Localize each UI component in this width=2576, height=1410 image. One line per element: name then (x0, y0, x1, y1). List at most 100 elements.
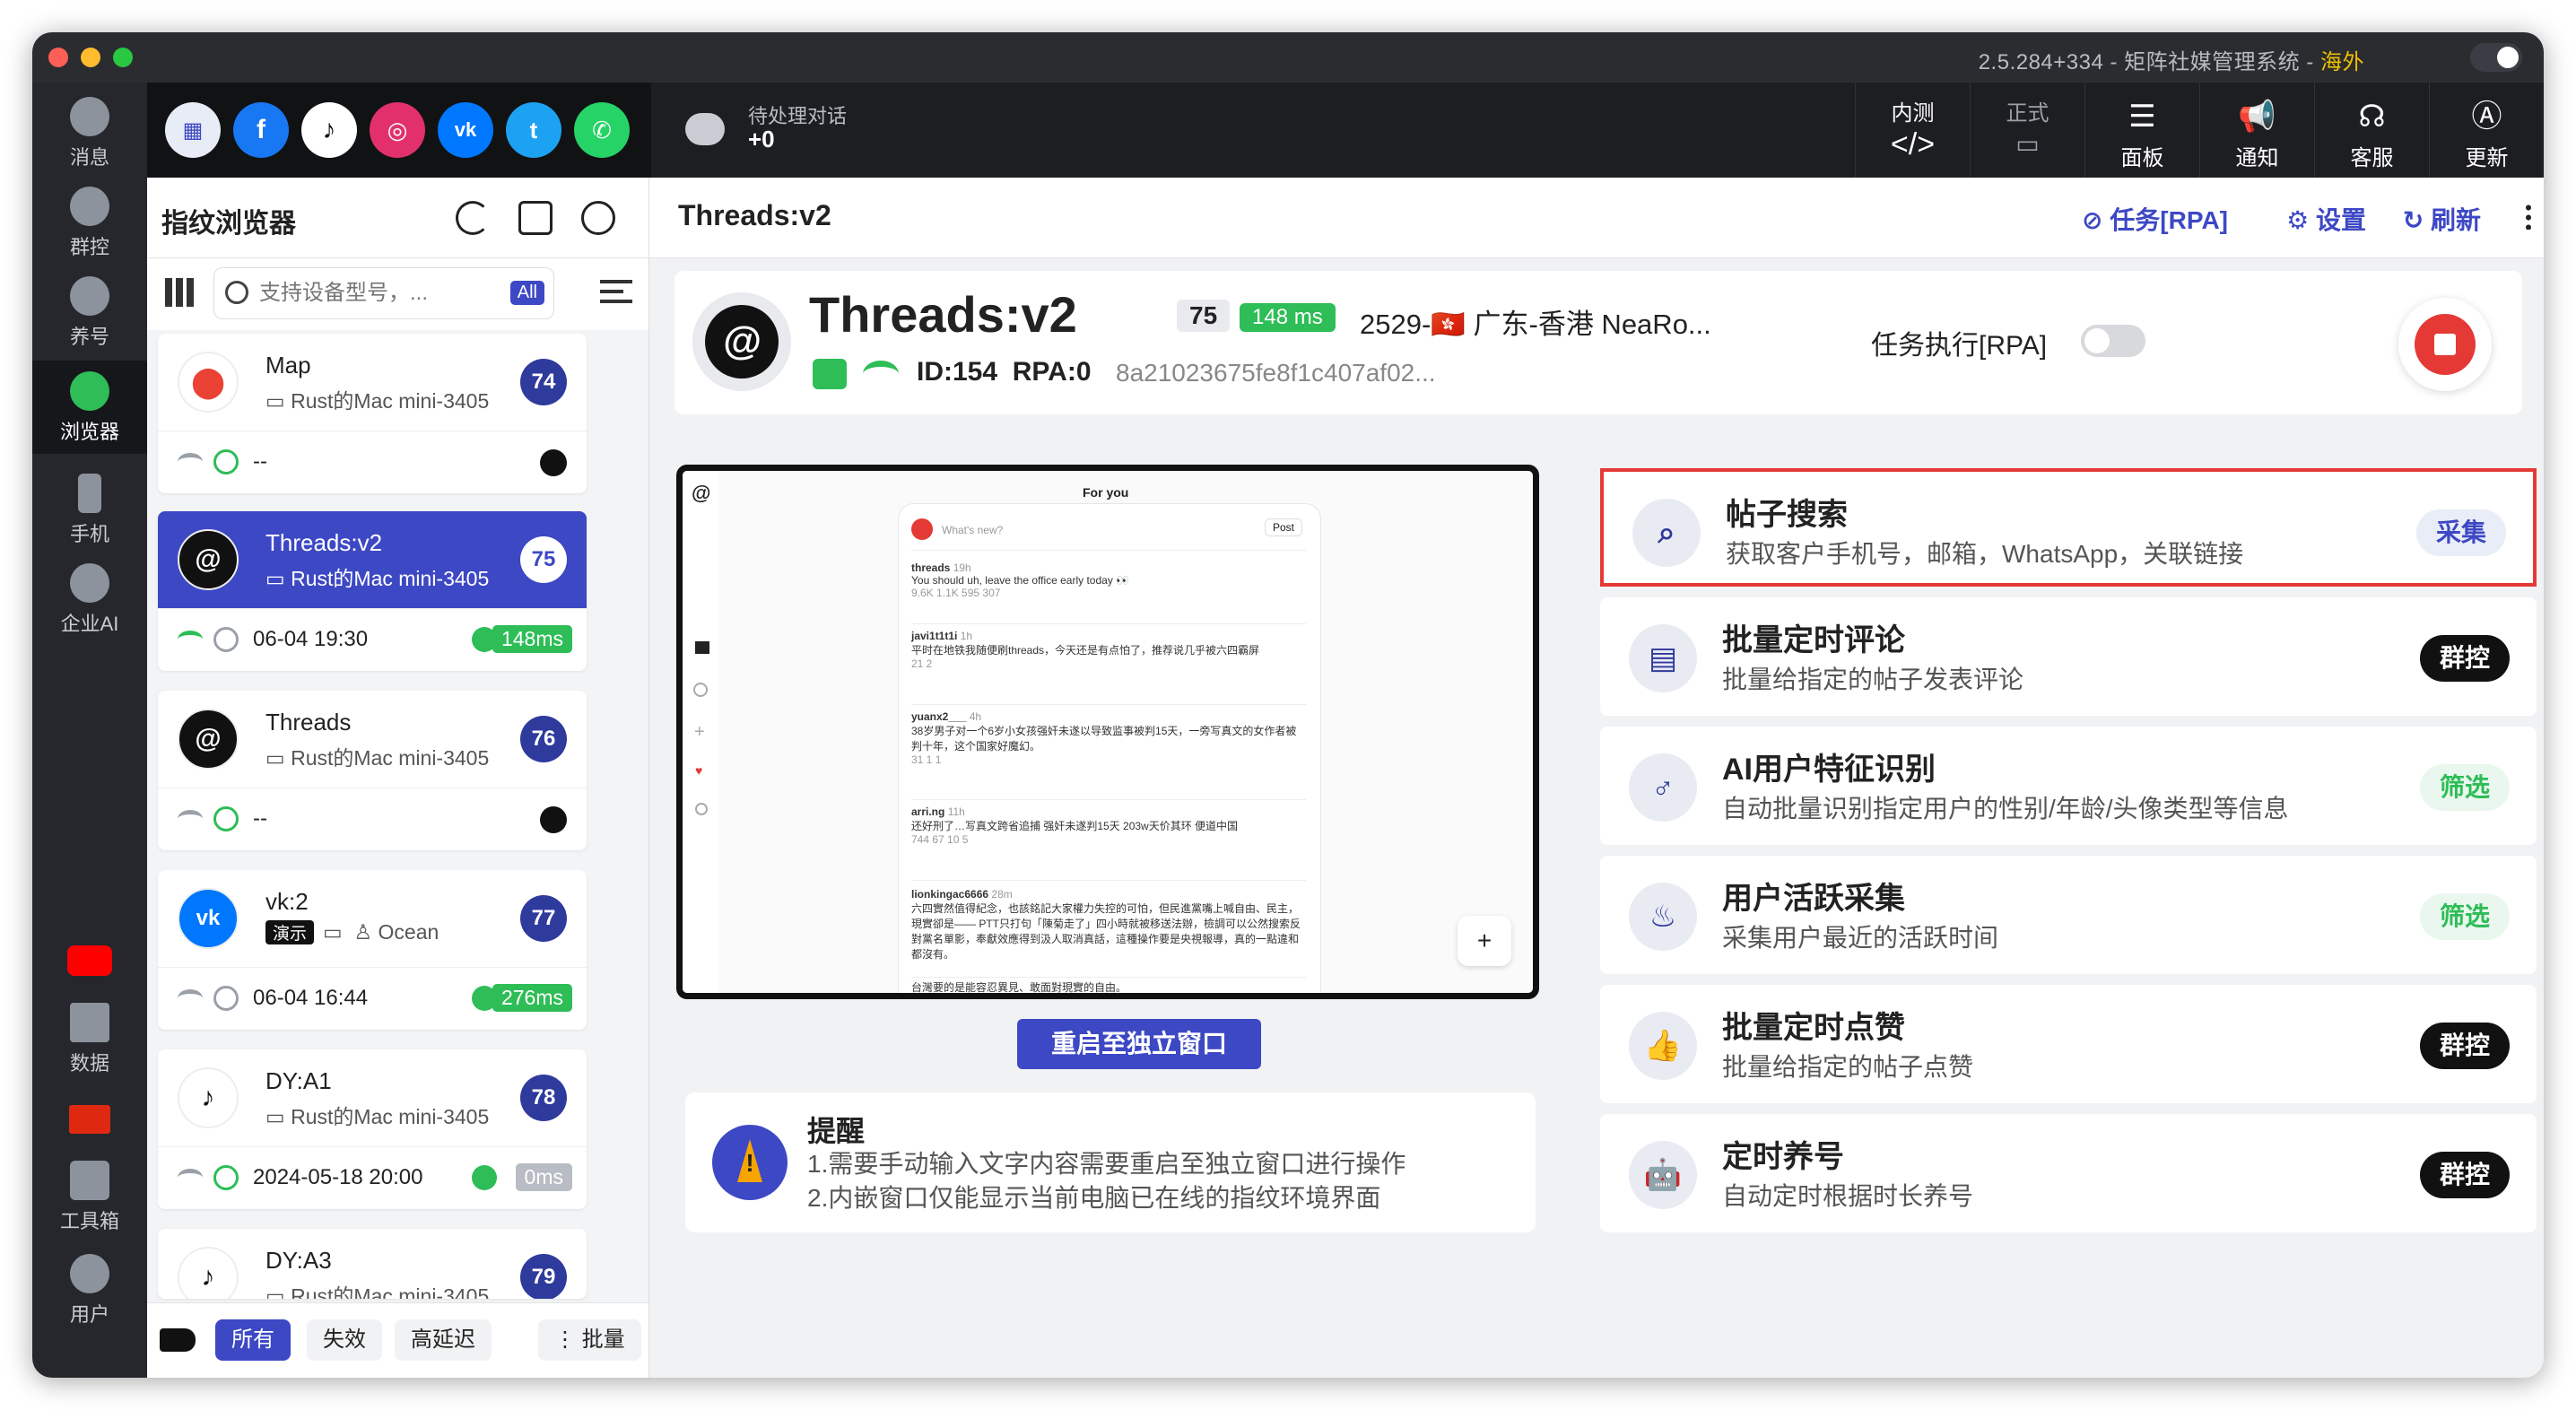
twitter-icon[interactable]: t (506, 102, 561, 158)
service-button[interactable]: ☊ 客服 (2314, 83, 2429, 178)
vk-icon: vk (178, 888, 239, 949)
megaphone-icon: 📢 (2238, 100, 2276, 134)
china-flag-icon[interactable] (32, 1096, 147, 1146)
test-env-button[interactable]: 内测 </> (1855, 83, 1970, 178)
code-icon: </> (1890, 127, 1936, 161)
rail-item-group-control[interactable]: 群控 (32, 181, 147, 262)
rail-item-enterprise-ai[interactable]: 企业AI (32, 558, 147, 639)
feature-scheduled-nurture[interactable]: 🤖 定时养号 自动定时根据时长养号 群控 (1600, 1114, 2537, 1232)
window-title: 2.5.284+334 - 矩阵社媒管理系统 - 海外 (1978, 50, 2364, 74)
env-card[interactable]: ♪ DY:A3 ▭ Rust的Mac mini-3405 79 (158, 1229, 587, 1299)
sort-icon[interactable] (600, 280, 632, 303)
rail-item-toolbox[interactable]: 工具箱 (32, 1155, 147, 1236)
feed-tab[interactable]: For you (1083, 485, 1128, 500)
env-search-input[interactable] (259, 277, 483, 309)
prod-env-button[interactable]: 正式 ▭ (1970, 83, 2084, 178)
filter-high-latency-button[interactable]: 高延迟 (395, 1319, 492, 1361)
rpa-toggle-label: 任务执行[RPA] (1871, 331, 2048, 361)
reminder-card: 提醒 1.需要手动输入文字内容需要重启至独立窗口进行操作 2.内嵌窗口仅能显示当… (685, 1092, 1536, 1232)
rail-item-phone[interactable]: 手机 (32, 468, 147, 549)
stop-button[interactable] (2398, 298, 2492, 391)
env-card-selected[interactable]: @ Threads:v2 ▭ Rust的Mac mini-3405 75 06-… (158, 511, 587, 671)
apps-platform-icon[interactable]: ▦ (165, 102, 221, 158)
env-number-badge: 75 (1177, 300, 1231, 332)
embedded-browser-preview[interactable]: @ + ♥ For you What's new? Post threads 1… (676, 465, 1539, 999)
more-icon[interactable] (2526, 203, 2531, 230)
feed-post[interactable]: 台灣要的是能容忍異見、敢面對現實的自由。 (911, 979, 1306, 993)
check-icon (213, 986, 239, 1011)
notice-button[interactable]: 📢 通知 (2199, 83, 2314, 178)
batch-button[interactable]: ⋮ 批量 (538, 1319, 641, 1361)
device-label: ▭ Rust的Mac mini-3405 (265, 1284, 490, 1299)
composer[interactable]: What's new? Post (911, 517, 1306, 551)
group-control-button[interactable]: 群控 (2419, 1152, 2510, 1198)
feature-batch-comment[interactable]: ▤ 批量定时评论 批量给指定的帖子发表评论 群控 (1600, 597, 2537, 716)
rail-item-user[interactable]: 用户 (32, 1249, 147, 1329)
refresh-icon[interactable] (456, 201, 490, 235)
rail-item-messages[interactable]: 消息 (32, 91, 147, 172)
feed-post[interactable]: lionkingac6666 28m 六四實然值得紀念，也該銘記大家權力失控的可怕… (911, 888, 1306, 978)
env-info-card: @ Threads:v2 75 148 ms 2529-🇭🇰 广东-香港 Nea… (674, 271, 2522, 414)
zoom-window-button[interactable] (113, 48, 133, 67)
env-card[interactable]: ⬤ Map ▭ Rust的Mac mini-3405 74 -- (158, 334, 587, 493)
feed-post[interactable]: arri.ng 11h 还好刑了…写真文跨省追捕 强奸未遂判15天 203w天价其… (911, 805, 1306, 881)
minimize-window-button[interactable] (81, 48, 100, 67)
info-icon[interactable] (581, 201, 615, 235)
feed-post[interactable]: javi1t1t1i 1h 平时在地铁我随便刷threads，今天还是有点怕了，推… (911, 630, 1306, 705)
filter-button[interactable]: 筛选 (2419, 893, 2510, 940)
tag-icon[interactable] (160, 1328, 196, 1352)
env-card[interactable]: @ Threads ▭ Rust的Mac mini-3405 76 -- (158, 691, 587, 850)
env-card[interactable]: vk vk:2 演示 ▭ ♙ Ocean 77 06-04 16:44 276ms (158, 870, 587, 1030)
feature-ai-user-recognition[interactable]: ♂ AI用户特征识别 自动批量识别指定用户的性别/年龄/头像类型等信息 筛选 (1600, 727, 2537, 845)
threads-icon: @ (178, 529, 239, 590)
location-label: 2529-🇭🇰 广东-香港 NeaRo... (1360, 309, 1711, 340)
group-control-button[interactable]: 群控 (2419, 635, 2510, 682)
tiktok-icon: ♪ (178, 1247, 239, 1299)
instagram-icon[interactable]: ◎ (370, 102, 425, 158)
feed-post[interactable]: threads 19h You should uh, leave the offi… (911, 561, 1306, 624)
filter-invalid-button[interactable]: 失效 (307, 1319, 382, 1361)
threads-small-logo-icon: @ (692, 482, 711, 504)
refresh-link[interactable]: ↻ 刷新 (2403, 201, 2481, 237)
add-icon[interactable] (518, 201, 553, 235)
filter-all-button[interactable]: 所有 (215, 1319, 291, 1361)
main-panel: Threads:v2 ⊘ 任务[RPA] ⚙ 设置 ↻ 刷新 @ Threads… (649, 178, 2544, 1378)
wifi-icon (178, 1169, 203, 1187)
env-card[interactable]: ♪ DY:A1 ▭ Rust的Mac mini-3405 78 2024-05-… (158, 1049, 587, 1209)
env-search-box[interactable]: All (213, 267, 554, 319)
feature-user-activity[interactable]: ♨ 用户活跃采集 采集用户最近的活跃时间 筛选 (1600, 856, 2537, 974)
heart-icon: ♥ (695, 763, 703, 778)
panel-button[interactable]: ☰ 面板 (2084, 83, 2199, 178)
plus-icon: + (694, 722, 705, 742)
collect-button[interactable]: 采集 (2415, 509, 2506, 556)
group-control-button[interactable]: 群控 (2419, 1023, 2510, 1069)
rpa-toggle[interactable] (2081, 325, 2145, 357)
rail-item-nurture[interactable]: 养号 (32, 271, 147, 352)
device-label: ▭ Rust的Mac mini-3405 (265, 567, 490, 590)
update-button[interactable]: Ⓐ 更新 (2429, 83, 2544, 178)
feature-batch-like[interactable]: 👍 批量定时点赞 批量给指定的帖子点赞 群控 (1600, 985, 2537, 1103)
youtube-icon[interactable] (32, 935, 147, 988)
tiktok-icon[interactable]: ♪ (301, 102, 357, 158)
wifi-icon (178, 631, 203, 648)
facebook-icon[interactable]: f (233, 102, 289, 158)
feature-post-search[interactable]: ⌕ 帖子搜索 获取客户手机号，邮箱，WhatsApp，关联链接 采集 (1600, 468, 2537, 587)
theme-toggle[interactable] (2470, 43, 2522, 72)
threads-sidebar: @ + ♥ (683, 471, 718, 993)
feed-post[interactable]: yuanx2___ 4h 38岁男子对一个6岁小女孩强奸未遂以导致监事被判15天，… (911, 710, 1306, 800)
settings-link[interactable]: ⚙ 设置 (2286, 201, 2366, 237)
grid-view-icon[interactable] (165, 278, 194, 307)
env-list-panel: 指纹浏览器 All ⬤ Map ▭ Rust的Mac mini-3405 74 (147, 178, 649, 1378)
all-filter-badge[interactable]: All (509, 281, 544, 305)
close-window-button[interactable] (48, 48, 68, 67)
restart-standalone-button[interactable]: 重启至独立窗口 (1017, 1019, 1261, 1069)
whatsapp-icon[interactable]: ✆ (574, 102, 630, 158)
rail-item-browser[interactable]: 浏览器 (32, 361, 147, 454)
vk-icon[interactable]: vk (438, 102, 493, 158)
globe-icon (472, 1165, 497, 1190)
rail-item-data[interactable]: 数据 (32, 997, 147, 1078)
new-post-button[interactable]: + (1458, 916, 1511, 966)
filter-button[interactable]: 筛选 (2419, 764, 2510, 811)
database-icon (813, 359, 847, 389)
task-rpa-link[interactable]: ⊘ 任务[RPA] (2082, 201, 2228, 237)
